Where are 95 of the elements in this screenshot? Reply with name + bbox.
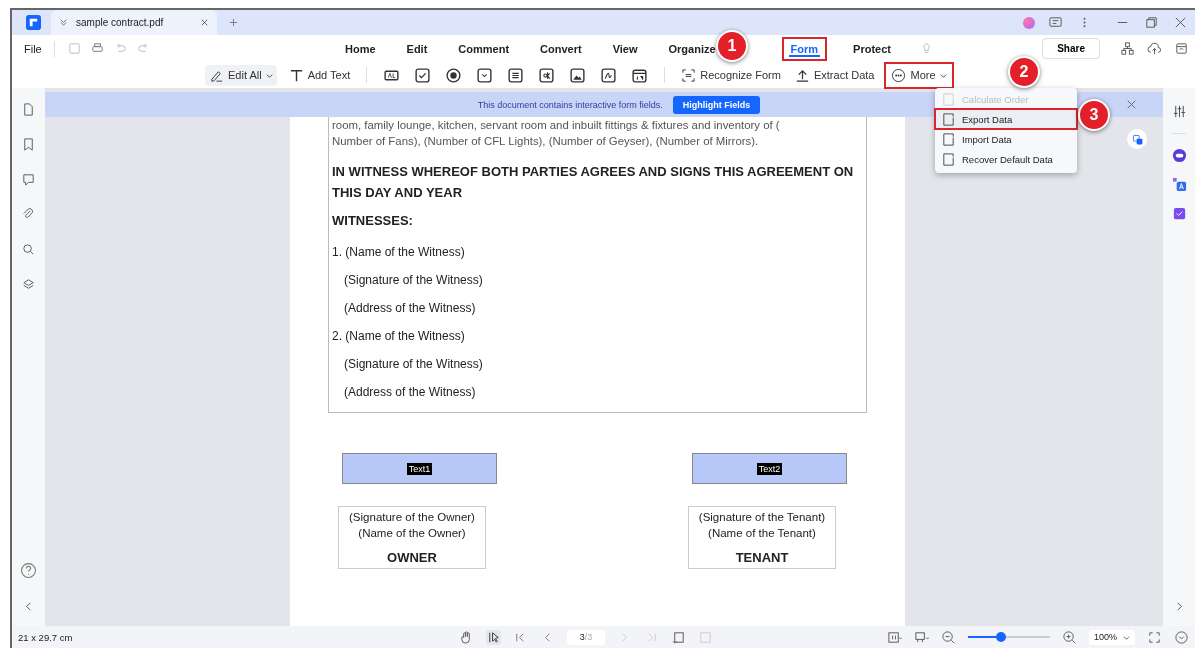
view-mode-icon[interactable] xyxy=(914,629,929,645)
checkbox-icon[interactable] xyxy=(414,66,432,84)
caret-icon xyxy=(265,71,273,79)
witnesses-heading: WITNESSES: xyxy=(332,213,414,228)
help-icon[interactable] xyxy=(20,562,37,579)
cloud-upload-icon[interactable] xyxy=(1147,41,1162,56)
menu-tab[interactable]: Comment xyxy=(455,38,513,59)
share-button[interactable]: Share xyxy=(1042,38,1100,59)
avatar-icon[interactable] xyxy=(1023,16,1035,29)
layers-icon[interactable] xyxy=(21,277,36,292)
signature-line: (Signature of the Owner) xyxy=(349,510,475,525)
extract-data-button[interactable]: Extract Data xyxy=(792,64,877,86)
menu-tab[interactable]: Protect xyxy=(850,38,894,59)
witness-signature-line: (Signature of the Witness) xyxy=(343,356,484,373)
document-icon xyxy=(941,131,956,147)
menu-tab[interactable]: Convert xyxy=(537,38,585,59)
scroll-down-icon[interactable] xyxy=(1174,629,1189,645)
new-tab-icon[interactable] xyxy=(229,18,238,27)
file-menu[interactable]: File xyxy=(24,42,42,55)
rotate-page-icon[interactable] xyxy=(671,629,686,645)
field-name-tag: Text2 xyxy=(756,462,783,475)
ai-assistant-icon[interactable] xyxy=(1171,148,1187,163)
witness-address-line: (Address of the Witness) xyxy=(343,300,477,317)
checklist-icon[interactable] xyxy=(1171,206,1187,221)
sliders-icon[interactable] xyxy=(1171,104,1187,119)
close-icon[interactable] xyxy=(1173,15,1188,30)
party-role: OWNER xyxy=(387,550,437,565)
signature-line: (Signature of the Tenant) xyxy=(698,510,826,525)
signature-line: (Name of the Owner) xyxy=(358,526,466,541)
menu-item[interactable]: Export Data xyxy=(935,109,1077,129)
page-layout-icon[interactable] xyxy=(887,629,902,645)
document-heading: IN WITNESS WHEREOF BOTH PARTIES AGREES AND SIGNS THIS AGREEMENT ON THIS DAY AND YEAR xyxy=(332,163,855,202)
comment-icon[interactable] xyxy=(21,172,36,187)
paragraph-line: room, family lounge, kitchen, servant room and inbuilt fittings & fixtures and inventory of ( xyxy=(332,118,781,133)
list-box-icon[interactable] xyxy=(507,66,525,84)
radio-button-icon[interactable] xyxy=(445,66,463,84)
image-field-icon[interactable] xyxy=(569,66,587,84)
zoom-in-icon[interactable] xyxy=(1062,629,1077,645)
signature-line: (Name of the Tenant) xyxy=(708,526,816,541)
chevron-down-icon xyxy=(59,18,68,27)
witness-signature-line: (Signature of the Witness) xyxy=(343,272,484,289)
field-name-tag: Text1 xyxy=(406,462,433,475)
search-icon[interactable] xyxy=(21,242,36,257)
menu-tab[interactable]: Organize xyxy=(665,38,719,59)
calendar-icon[interactable] xyxy=(631,66,649,84)
menu-item[interactable]: Import Data xyxy=(935,129,1077,149)
fullscreen-icon[interactable] xyxy=(1147,629,1162,645)
form-text-field[interactable]: Text1 xyxy=(342,453,497,484)
menu-tab[interactable]: Home xyxy=(342,38,379,59)
witness-address-line: (Address of the Witness) xyxy=(343,384,477,401)
scan-icon xyxy=(681,67,697,83)
notification-text: This document contains interactive form fields. xyxy=(477,99,663,110)
paragraph-line: Number of Fans), (Number of CFL Lights), (Number of Geyser), (Number of Mirrors). xyxy=(332,134,760,149)
witness-name-line: 2. (Name of the Witness) xyxy=(332,328,466,345)
restore-icon[interactable] xyxy=(1144,15,1159,30)
edit-all-button[interactable]: Edit All xyxy=(205,64,277,86)
upload-icon xyxy=(794,67,810,83)
document-icon xyxy=(941,111,956,127)
zoom-dropdown[interactable]: 100% xyxy=(1089,629,1135,645)
app-logo-icon[interactable] xyxy=(26,15,41,30)
document-icon xyxy=(941,91,956,107)
witness-name-line: 1. (Name of the Witness) xyxy=(332,244,466,261)
menu-item[interactable]: Recover Default Data xyxy=(935,149,1077,169)
document-tab[interactable]: sample contract.pdf xyxy=(51,10,217,35)
convert-to-word-icon[interactable] xyxy=(1127,129,1147,149)
party-role: TENANT xyxy=(735,550,789,565)
dropdown-icon[interactable] xyxy=(476,66,494,84)
recognize-form-button[interactable]: Recognize Form xyxy=(679,64,783,86)
menu-tab[interactable]: Form xyxy=(783,38,826,59)
menu-tab[interactable]: View xyxy=(609,38,641,59)
menu-tab[interactable]: Edit xyxy=(403,38,431,59)
caret-icon xyxy=(939,71,947,79)
chat-icon[interactable] xyxy=(1048,15,1063,30)
ellipsis-icon xyxy=(891,67,907,83)
form-text-field[interactable]: Text2 xyxy=(692,453,847,484)
button-field-icon[interactable] xyxy=(538,66,556,84)
document-icon xyxy=(941,151,956,167)
translate-icon[interactable] xyxy=(1171,177,1187,192)
caret-icon xyxy=(1123,633,1130,641)
page-number-field[interactable]: 3/3 xyxy=(567,629,605,645)
more-button[interactable]: More xyxy=(886,63,952,87)
select-tool-icon[interactable] xyxy=(486,629,501,645)
callout-badge: 2 xyxy=(1008,56,1040,88)
add-text-button[interactable]: Add Text xyxy=(286,64,353,86)
page-icon[interactable] xyxy=(21,102,36,117)
network-icon[interactable] xyxy=(1120,41,1135,56)
highlight-fields-button[interactable]: Highlight Fields xyxy=(672,95,761,114)
page-size-text: 21 x 29.7 cm xyxy=(18,631,73,643)
close-icon[interactable] xyxy=(200,18,209,27)
text-tool-icon xyxy=(288,67,304,83)
zoom-out-icon[interactable] xyxy=(941,629,956,645)
bookmark-icon[interactable] xyxy=(21,137,36,152)
callout-badge: 1 xyxy=(716,30,748,62)
panel-icon[interactable] xyxy=(1174,41,1189,56)
signature-field-icon[interactable] xyxy=(600,66,618,84)
